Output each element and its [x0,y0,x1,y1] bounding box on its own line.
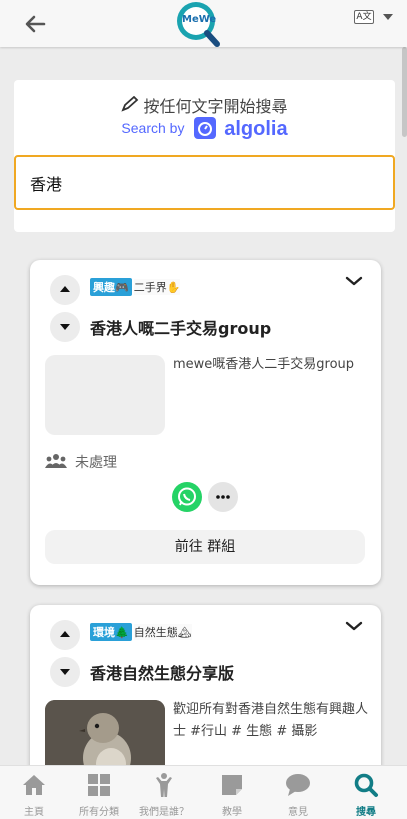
nav-label: 意見 [288,807,308,818]
chat-icon [286,774,310,796]
nav-tutorial[interactable]: 教學 [198,766,266,819]
nav-search[interactable]: 搜尋 [332,766,400,819]
goto-group-button[interactable]: 前往 群組 [45,530,365,564]
search-input[interactable] [14,155,395,210]
chevron-down-icon [345,621,363,631]
triangle-up-icon [60,631,70,637]
nav-label: 教學 [222,807,242,818]
card-status: 未處理 [45,452,117,473]
nav-all-categories[interactable]: 所有分類 [65,766,133,819]
nav-label: 所有分類 [79,807,119,818]
category-badge[interactable]: 興趣🎮 [90,278,132,296]
app-logo[interactable]: MeWe [170,0,222,50]
nav-label: 我們是誰？ [139,807,189,818]
search-by-text: Search by [121,120,185,137]
whatsapp-share-button[interactable] [172,482,202,512]
card-title[interactable]: 香港自然生態分享版 [90,660,234,684]
search-hint-text: 按任何文字開始搜尋 [143,97,288,116]
triangle-down-icon [60,324,70,330]
person-icon [156,773,172,797]
more-dots-icon [216,495,230,499]
category-tags: 環境🌲 自然生態🏔 [90,623,192,641]
note-icon [222,775,242,795]
bottom-navigation: 主頁 所有分類 我們是誰？ 教學 意見 搜尋 [0,765,407,819]
expand-button[interactable] [343,272,365,290]
algolia-wordmark: algolia [224,118,288,140]
users-icon [45,453,67,473]
search-icon [354,773,378,797]
search-hint: 按任何文字開始搜尋 [14,93,395,117]
card-title[interactable]: 香港人嘅二手交易group [90,315,271,339]
home-icon [23,775,45,795]
card-description: mewe嘅香港人二手交易group [173,357,355,372]
more-options-button[interactable] [208,482,238,512]
subcategory-badge[interactable]: 自然生態🏔 [133,624,192,640]
upvote-button[interactable] [50,620,80,650]
translate-button[interactable]: A文 [354,10,396,26]
chevron-down-icon [345,276,363,286]
triangle-up-icon [60,286,70,292]
caret-down-icon [383,14,393,20]
scrollbar[interactable] [402,47,407,137]
nav-feedback[interactable]: 意見 [264,766,332,819]
nav-about[interactable]: 我們是誰？ [130,766,198,819]
nav-label: 主頁 [24,807,44,818]
triangle-down-icon [60,669,70,675]
whatsapp-icon [178,487,196,506]
translate-icon: A文 [354,10,374,24]
status-text: 未處理 [75,455,117,471]
arrow-left-icon [25,15,46,33]
upvote-button[interactable] [50,275,80,305]
expand-button[interactable] [343,617,365,635]
logo-magnifier-icon [177,2,220,47]
algolia-attribution[interactable]: Search by algolia [14,116,395,141]
pencil-icon [121,95,139,116]
category-badge[interactable]: 環境🌲 [90,623,132,641]
card-description: 歡迎所有對香港自然生態有興趣人士 #行山 # 生態 # 攝影 [173,702,369,739]
downvote-button[interactable] [50,312,80,342]
back-button[interactable] [22,12,48,36]
grid-icon [88,774,110,796]
nav-home[interactable]: 主頁 [0,766,68,819]
nav-label: 搜尋 [356,807,376,818]
logo-text: MeWe [182,14,217,25]
top-bar: MeWe A文 [0,0,407,47]
downvote-button[interactable] [50,657,80,687]
category-tags: 興趣🎮 二手界✋ [90,278,181,296]
subcategory-badge[interactable]: 二手界✋ [133,279,181,295]
result-card: 興趣🎮 二手界✋ 香港人嘅二手交易group mewe嘅香港人二手交易group … [30,260,381,585]
card-thumbnail[interactable] [45,355,165,435]
algolia-logo-icon [194,116,217,139]
